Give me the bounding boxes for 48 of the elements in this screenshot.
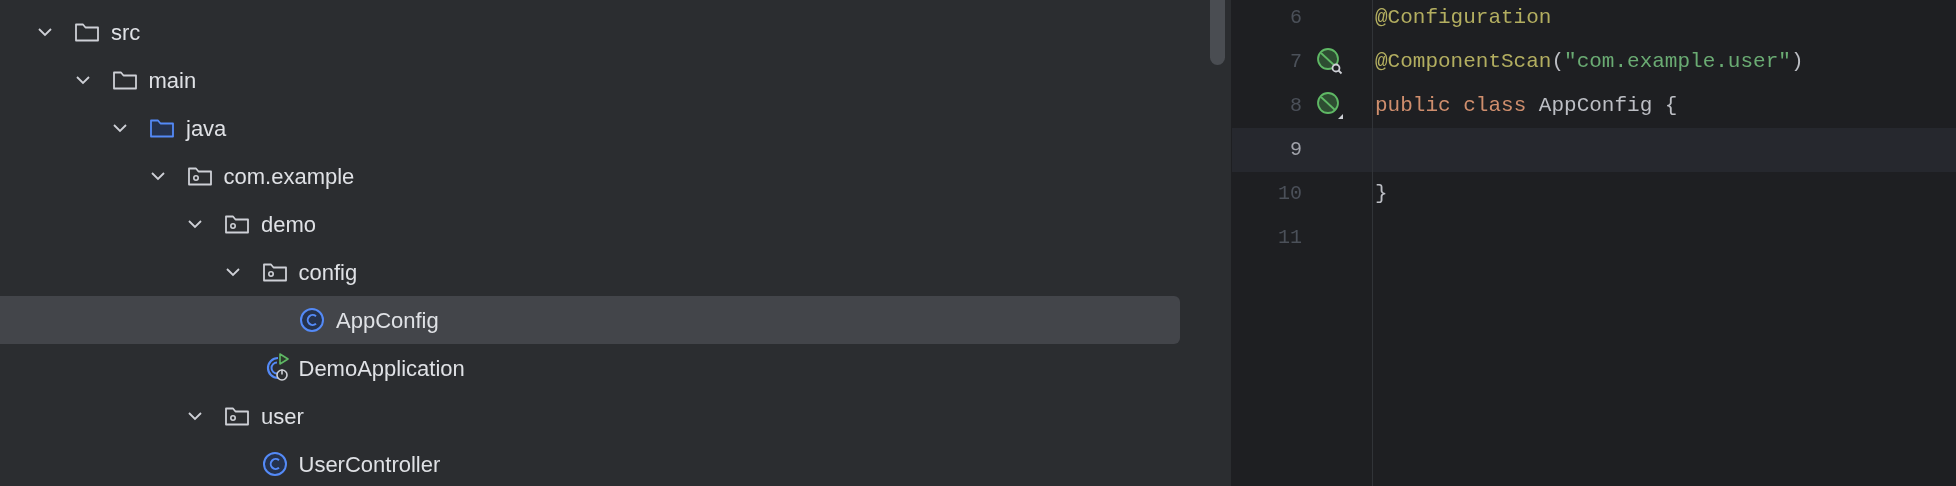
package-icon bbox=[261, 261, 288, 283]
code-token: AppConfig { bbox=[1537, 93, 1678, 120]
code-token: class bbox=[1462, 93, 1527, 120]
class-icon bbox=[261, 451, 288, 477]
tree-item[interactable]: com.example bbox=[0, 152, 1180, 200]
item-label: com.example bbox=[223, 162, 355, 191]
folder-icon bbox=[74, 21, 100, 43]
chevron-icon[interactable] bbox=[111, 122, 129, 134]
chevron-icon[interactable] bbox=[186, 218, 204, 230]
line-number: 9 bbox=[1289, 137, 1302, 163]
package-icon bbox=[186, 165, 213, 187]
item-label: config bbox=[298, 258, 358, 287]
chevron-icon[interactable] bbox=[148, 170, 167, 182]
tree-item[interactable]: config bbox=[0, 248, 1180, 296]
tree-item[interactable]: java bbox=[0, 104, 1180, 152]
package-icon bbox=[224, 405, 250, 427]
item-label: UserController bbox=[298, 450, 441, 479]
code-token: ) bbox=[1790, 49, 1804, 76]
code-token: ( bbox=[1551, 49, 1565, 76]
item-label: src bbox=[111, 18, 141, 47]
tree-item[interactable]: demo bbox=[0, 200, 1180, 248]
item-label: java bbox=[186, 114, 227, 143]
tree-item[interactable]: DemoApplication bbox=[0, 344, 1180, 392]
tree-item[interactable]: main bbox=[0, 56, 1180, 104]
item-label: main bbox=[148, 66, 197, 95]
code-token: } bbox=[1375, 181, 1388, 208]
class-icon bbox=[299, 307, 325, 333]
chevron-icon[interactable] bbox=[186, 410, 204, 422]
package-icon bbox=[224, 213, 250, 235]
tree-item[interactable]: AppConfig bbox=[0, 296, 1180, 344]
item-label: demo bbox=[261, 210, 317, 239]
item-label: user bbox=[261, 402, 304, 431]
tree-item[interactable]: src bbox=[0, 8, 1180, 56]
code-token: @Configuration bbox=[1375, 5, 1552, 32]
code-token: "com.example.user" bbox=[1564, 49, 1791, 76]
chevron-icon[interactable] bbox=[36, 26, 54, 38]
code-token: @ComponentScan bbox=[1375, 49, 1552, 76]
item-label: DemoApplication bbox=[298, 354, 465, 383]
folder-icon bbox=[149, 117, 175, 139]
bean-icon[interactable] bbox=[1316, 91, 1346, 121]
tree-item[interactable]: user bbox=[0, 392, 1180, 440]
tree-item[interactable]: UserController bbox=[0, 440, 1180, 486]
code-token: public bbox=[1375, 93, 1451, 120]
chevron-icon[interactable] bbox=[73, 74, 92, 86]
folder-icon bbox=[111, 69, 138, 91]
chevron-icon[interactable] bbox=[223, 266, 242, 278]
item-label: AppConfig bbox=[336, 306, 439, 335]
scrollbar-thumb[interactable] bbox=[1210, 0, 1225, 65]
